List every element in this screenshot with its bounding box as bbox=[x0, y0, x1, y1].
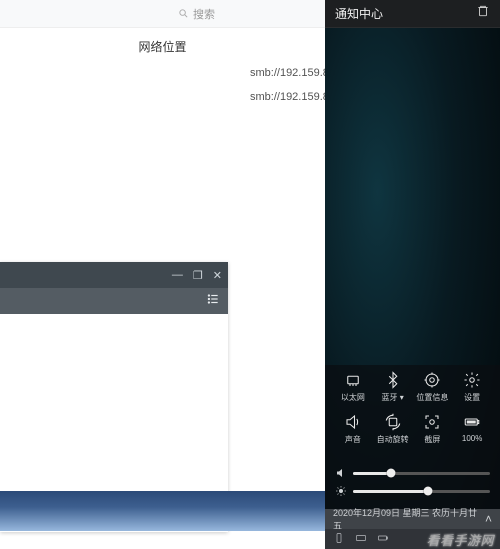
quick-label: 蓝牙 ▾ bbox=[382, 392, 404, 403]
rotate-icon bbox=[384, 413, 402, 431]
quick-location[interactable]: 位置信息 bbox=[413, 371, 453, 403]
quick-bluetooth[interactable]: 蓝牙 ▾ bbox=[373, 371, 413, 403]
list-icon[interactable] bbox=[206, 292, 220, 311]
keyboard-icon[interactable] bbox=[355, 532, 367, 547]
location-icon bbox=[423, 371, 441, 389]
battery-status-icon bbox=[377, 532, 389, 547]
quick-row: 以太网 蓝牙 ▾ 位置信息 设置 bbox=[333, 371, 492, 403]
quick-label: 自动旋转 bbox=[377, 434, 409, 445]
secondary-window-titlebar: — ❐ ✕ bbox=[0, 262, 228, 288]
volume-slider[interactable] bbox=[335, 467, 490, 479]
quick-label: 设置 bbox=[464, 392, 480, 403]
secondary-window-toolbar bbox=[0, 288, 228, 314]
slider-track[interactable] bbox=[353, 490, 490, 493]
phone-icon[interactable] bbox=[333, 532, 345, 547]
network-section-title: 网络位置 bbox=[0, 28, 325, 61]
ethernet-icon bbox=[344, 371, 362, 389]
quick-battery[interactable]: 100% bbox=[452, 413, 492, 445]
watermark: 看看手游网 bbox=[426, 530, 494, 549]
quick-sound[interactable]: 声音 bbox=[333, 413, 373, 445]
panel-body bbox=[325, 28, 500, 365]
quick-settings-btn[interactable]: 设置 bbox=[452, 371, 492, 403]
brightness-slider[interactable] bbox=[335, 485, 490, 497]
quick-label: 截屏 bbox=[424, 434, 440, 445]
quick-label: 位置信息 bbox=[416, 392, 448, 403]
date-bar[interactable]: 2020年12月09日 星期三 农历十月廿五 ˄ bbox=[325, 509, 500, 529]
close-button[interactable]: ✕ bbox=[213, 269, 222, 282]
panel-header: 通知中心 bbox=[325, 0, 500, 28]
notification-center-panel: 通知中心 以太网 蓝牙 ▾ 位置信息 bbox=[325, 0, 500, 549]
clear-all-button[interactable] bbox=[476, 4, 490, 23]
minimize-button[interactable]: — bbox=[172, 269, 183, 281]
battery-icon bbox=[463, 413, 481, 431]
quick-row: 声音 自动旋转 截屏 100% bbox=[333, 413, 492, 445]
quick-label: 声音 bbox=[345, 434, 361, 445]
slider-track[interactable] bbox=[353, 472, 490, 475]
gear-icon bbox=[463, 371, 481, 389]
maximize-button[interactable]: ❐ bbox=[193, 269, 203, 282]
volume-icon bbox=[335, 467, 347, 479]
panel-title: 通知中心 bbox=[335, 5, 383, 22]
desktop-wallpaper-strip bbox=[0, 491, 325, 531]
trash-icon bbox=[476, 4, 490, 18]
chevron-up-icon: ˄ bbox=[485, 512, 492, 526]
search-placeholder: 搜索 bbox=[193, 6, 215, 22]
screenshot-icon bbox=[423, 413, 441, 431]
quick-ethernet[interactable]: 以太网 bbox=[333, 371, 373, 403]
sound-icon bbox=[344, 413, 362, 431]
quick-label: 100% bbox=[462, 434, 482, 443]
quick-rotate[interactable]: 自动旋转 bbox=[373, 413, 413, 445]
sliders bbox=[325, 459, 500, 509]
quick-screenshot[interactable]: 截屏 bbox=[413, 413, 453, 445]
quick-label: 以太网 bbox=[341, 392, 365, 403]
bluetooth-icon bbox=[384, 371, 402, 389]
quick-settings: 以太网 蓝牙 ▾ 位置信息 设置 声音 bbox=[325, 365, 500, 459]
brightness-icon bbox=[335, 485, 347, 497]
search-icon bbox=[178, 8, 189, 19]
